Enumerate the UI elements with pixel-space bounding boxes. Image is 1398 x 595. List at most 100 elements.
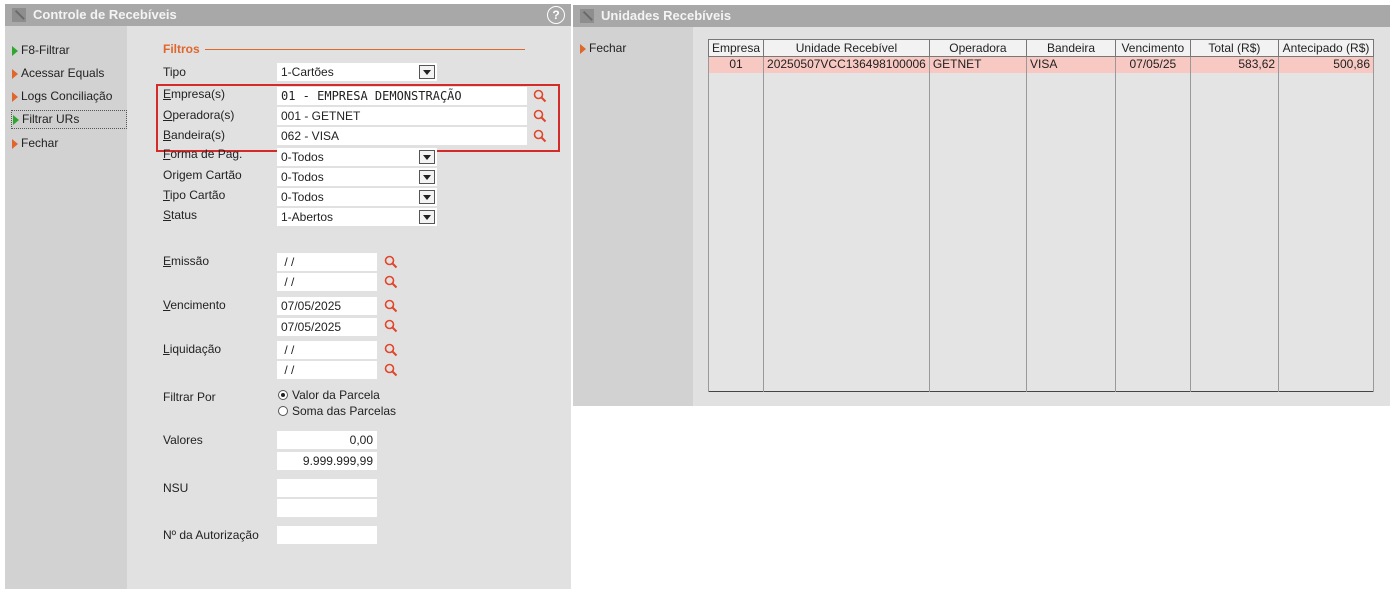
empresa-field[interactable]: 01 - EMPRESA DEMONSTRAÇÃO [277,87,527,105]
valores-to-field[interactable]: 9.999.999,99 [277,452,377,470]
emissao-label: Emissão [163,254,210,268]
emissao-from-field[interactable]: / / [277,253,377,271]
sidebar-item-label: Fechar [21,136,59,150]
liquidacao-to-value: / / [281,363,295,377]
column-header[interactable]: Bandeira [1025,39,1117,57]
autorizacao-field[interactable] [277,526,377,544]
forma-pag-dropdown-icon[interactable] [419,150,435,164]
filtrar-por-label: Filtrar Por [163,390,216,404]
empresa-label-text: mpresa(s) [171,87,226,101]
radio-soma-parcelas-label[interactable]: Soma das Parcelas [292,404,396,418]
empty-cell [928,73,1028,392]
origem-cartao-value: 0-Todos [281,170,324,184]
emissao-to-field[interactable]: / / [277,273,377,291]
tipo-dropdown-icon[interactable] [419,65,435,79]
origem-cartao-label: Origem Cartão [163,168,242,182]
window-title: Unidades Recebíveis [601,8,732,23]
cell-empresa: 01 [707,56,765,73]
liquidacao-from-field[interactable]: / / [277,341,377,359]
sidebar-item-label: Filtrar URs [22,112,80,126]
search-icon[interactable] [383,298,399,314]
origem-cartao-dropdown-icon[interactable] [419,170,435,184]
vencimento-from-value: 07/05/2025 [281,299,342,313]
liquidacao-to-field[interactable]: / / [277,361,377,379]
sidebar-item-f8-filtrar[interactable]: F8-Filtrar [11,42,70,59]
status-label: Status [163,208,198,222]
arrow-right-icon [580,44,586,54]
tipo-select[interactable]: 1-Cartões [277,63,437,81]
column-header[interactable]: Total (R$) [1189,39,1280,57]
sidebar-item-fechar[interactable]: Fechar [11,135,58,152]
liquidacao-label: Liquidação [163,342,222,356]
forma-pag-select[interactable]: 0-Todos [277,148,437,166]
forma-pag-label: Forma de Pag. [163,147,243,161]
cell-antecipado: 500,86 [1278,56,1374,73]
arrow-right-icon [12,92,18,102]
table-empty-row [707,73,1374,392]
sidebar-item-label: F8-Filtrar [21,43,70,57]
valores-from-field[interactable]: 0,00 [277,431,377,449]
search-icon[interactable] [383,342,399,358]
controle-recebiveis-window: Controle de Recebíveis ? F8-Filtrar Aces… [5,4,571,589]
help-icon[interactable]: ? [547,6,565,24]
heading-divider [205,49,525,50]
empty-cell [763,73,930,392]
operadora-field[interactable]: 001 - GETNET [277,107,527,125]
sidebar-item-acessar-equals[interactable]: Acessar Equals [11,65,104,82]
valores-from-value: 0,00 [349,433,373,447]
origem-cartao-select[interactable]: 0-Todos [277,168,437,186]
radio-valor-parcela-label[interactable]: Valor da Parcela [292,388,380,402]
column-header[interactable]: Vencimento [1115,39,1191,57]
window-titlebar: Controle de Recebíveis ? [5,4,571,26]
tipo-cartao-dropdown-icon[interactable] [419,190,435,204]
empresa-label: Empresa(s) [163,87,226,101]
tipo-cartao-select[interactable]: 0-Todos [277,188,437,206]
empty-cell [1115,73,1191,392]
vencimento-to-value: 07/05/2025 [281,320,342,334]
emissao-to-value: / / [281,275,295,289]
sidebar-item-label: Fechar [589,41,627,55]
search-icon[interactable] [383,254,399,270]
arrow-right-icon [13,115,19,125]
status-dropdown-icon[interactable] [419,210,435,224]
empty-cell [1189,73,1280,392]
column-header[interactable]: Unidade Recebível [763,39,930,57]
cell-bandeira: VISA [1025,56,1117,73]
cell-unidade: 20250507VCC136498100006 [763,56,930,73]
empresa-value: 01 - EMPRESA DEMONSTRAÇÃO [281,89,462,103]
search-icon[interactable] [383,274,399,290]
search-icon[interactable] [383,318,399,334]
search-icon[interactable] [532,88,548,104]
status-select[interactable]: 1-Abertos [277,208,437,226]
cell-operadora: GETNET [928,56,1028,73]
sidebar-item-logs-conciliacao[interactable]: Logs Conciliação [11,88,112,105]
valores-label: Valores [163,433,203,447]
cell-vencimento: 07/05/25 [1115,56,1191,73]
window-title: Controle de Recebíveis [33,7,177,22]
search-icon[interactable] [532,108,548,124]
window-logo-icon [580,9,594,23]
emissao-label-text: missão [171,254,210,268]
column-header[interactable]: Empresa [707,39,765,57]
sidebar-item-fechar[interactable]: Fechar [579,40,626,57]
nsu-to-field[interactable] [277,499,377,517]
vencimento-label-text: encimento [170,298,226,312]
vencimento-to-field[interactable]: 07/05/2025 [277,318,377,336]
arrow-right-icon [12,46,18,56]
filters-panel: Filtros Tipo 1-Cartões Empresa(s) 01 - E… [127,26,571,589]
radio-soma-parcelas[interactable] [278,406,288,416]
radio-valor-parcela[interactable] [278,390,288,400]
bandeira-field[interactable]: 062 - VISA [277,127,527,145]
column-header[interactable]: Operadora [928,39,1028,57]
nsu-from-field[interactable] [277,479,377,497]
liquidacao-from-value: / / [281,343,295,357]
table-row[interactable]: 01 20250507VCC136498100006 GETNET VISA 0… [707,56,1374,73]
vencimento-from-field[interactable]: 07/05/2025 [277,297,377,315]
sidebar-item-filtrar-urs[interactable]: Filtrar URs [11,110,127,129]
column-header[interactable]: Antecipado (R$) [1278,39,1374,57]
empty-cell [1278,73,1374,392]
search-icon[interactable] [383,362,399,378]
search-icon[interactable] [532,128,548,144]
window-titlebar: Unidades Recebíveis [573,5,1390,27]
forma-pag-value: 0-Todos [281,150,324,164]
